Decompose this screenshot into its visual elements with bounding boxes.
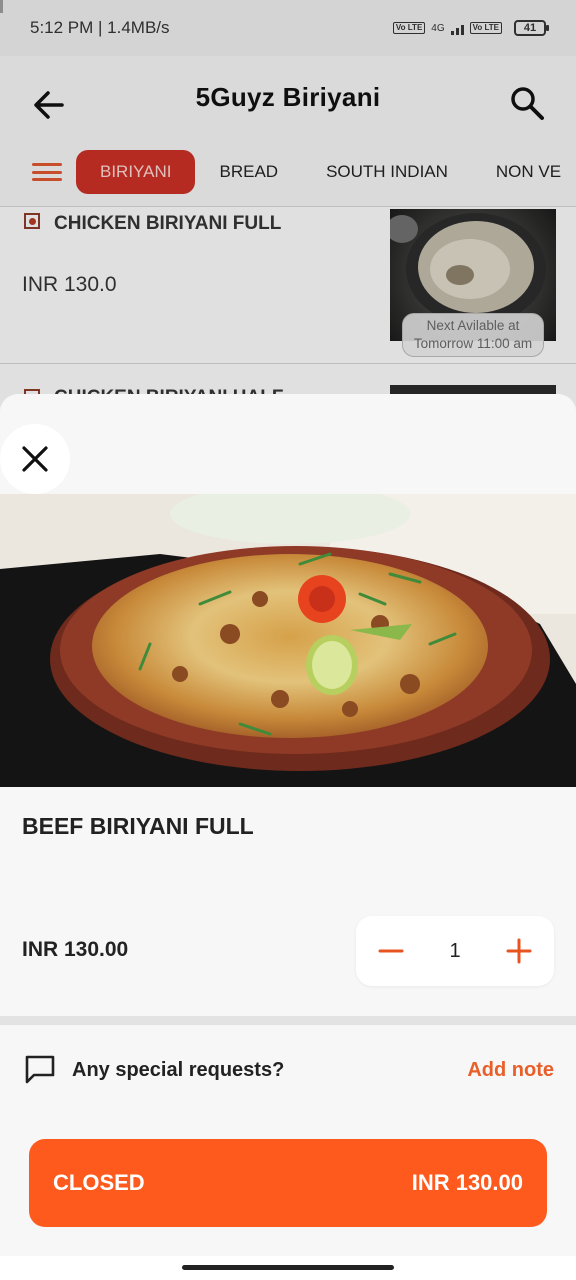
store-status-label: CLOSED [53,1170,145,1195]
note-icon [25,1055,55,1084]
product-price: INR 130.00 [22,938,129,961]
beef-biriyani-image [0,494,576,787]
menu-list: CHICKEN BIRIYANI FULL INR 130.0 Next Avi… [0,206,576,406]
volte-badge-2: Vo LTE [469,22,502,34]
product-image [0,494,576,787]
category-tabs: BIRIYANI BREAD SOUTH INDIAN NON VE [76,149,576,195]
category-menu-button[interactable] [32,160,62,184]
list-item-name[interactable]: CHICKEN BIRIYANI FULL [54,213,281,235]
list-divider [0,363,576,364]
list-item-price: INR 130.0 [22,273,117,296]
close-icon [22,446,48,472]
increase-quantity-button[interactable] [504,936,534,966]
tab-non-veg[interactable]: NON VE [472,150,576,194]
availability-badge: Next Avilable at Tomorrow 11:00 am [402,313,544,357]
product-bottom-sheet: BEEF BIRIYANI FULL INR 130.00 1 Any spec… [0,394,576,1260]
special-requests-row[interactable]: Any special requests? Add note [0,1025,576,1115]
search-button[interactable] [508,84,546,122]
quantity-value: 1 [449,939,461,962]
cart-total: INR 130.00 [411,1170,523,1195]
decrease-quantity-button[interactable] [376,936,406,966]
battery-icon: 41 [514,20,549,36]
store-title: 5Guyz Biriyani [195,82,381,112]
special-requests-label: Any special requests? [72,1059,285,1081]
status-time-speed: 5:12 PM | 1.4MB/s [30,18,170,37]
volte-badge: Vo LTE [392,22,426,34]
plus-icon [506,938,532,964]
tab-biriyani[interactable]: BIRIYANI [76,150,196,194]
add-to-cart-button[interactable]: CLOSED INR 130.00 [29,1139,547,1227]
section-divider [0,1016,576,1025]
network-type: 4G [431,22,445,34]
quantity-stepper: 1 [356,916,554,986]
non-veg-indicator-icon [24,213,40,229]
hamburger-menu-icon [32,163,62,166]
status-bar: 5:12 PM | 1.4MB/s Vo LTE 4G Vo LTE 41 [0,0,576,56]
tab-south-indian[interactable]: SOUTH INDIAN [302,150,472,194]
home-indicator[interactable] [182,1265,394,1270]
product-name: BEEF BIRIYANI FULL [22,813,254,839]
tab-bread[interactable]: BREAD [195,150,302,194]
minus-icon [378,949,404,953]
close-button[interactable] [0,424,70,494]
search-icon [511,87,544,120]
status-icons: Vo LTE 4G Vo LTE 41 [0,0,549,36]
signal-icon [0,0,464,35]
app-bar: 5Guyz Biriyani BIRIYANI BREAD SOUTH INDI… [0,56,576,206]
add-note-button[interactable]: Add note [467,1059,554,1082]
